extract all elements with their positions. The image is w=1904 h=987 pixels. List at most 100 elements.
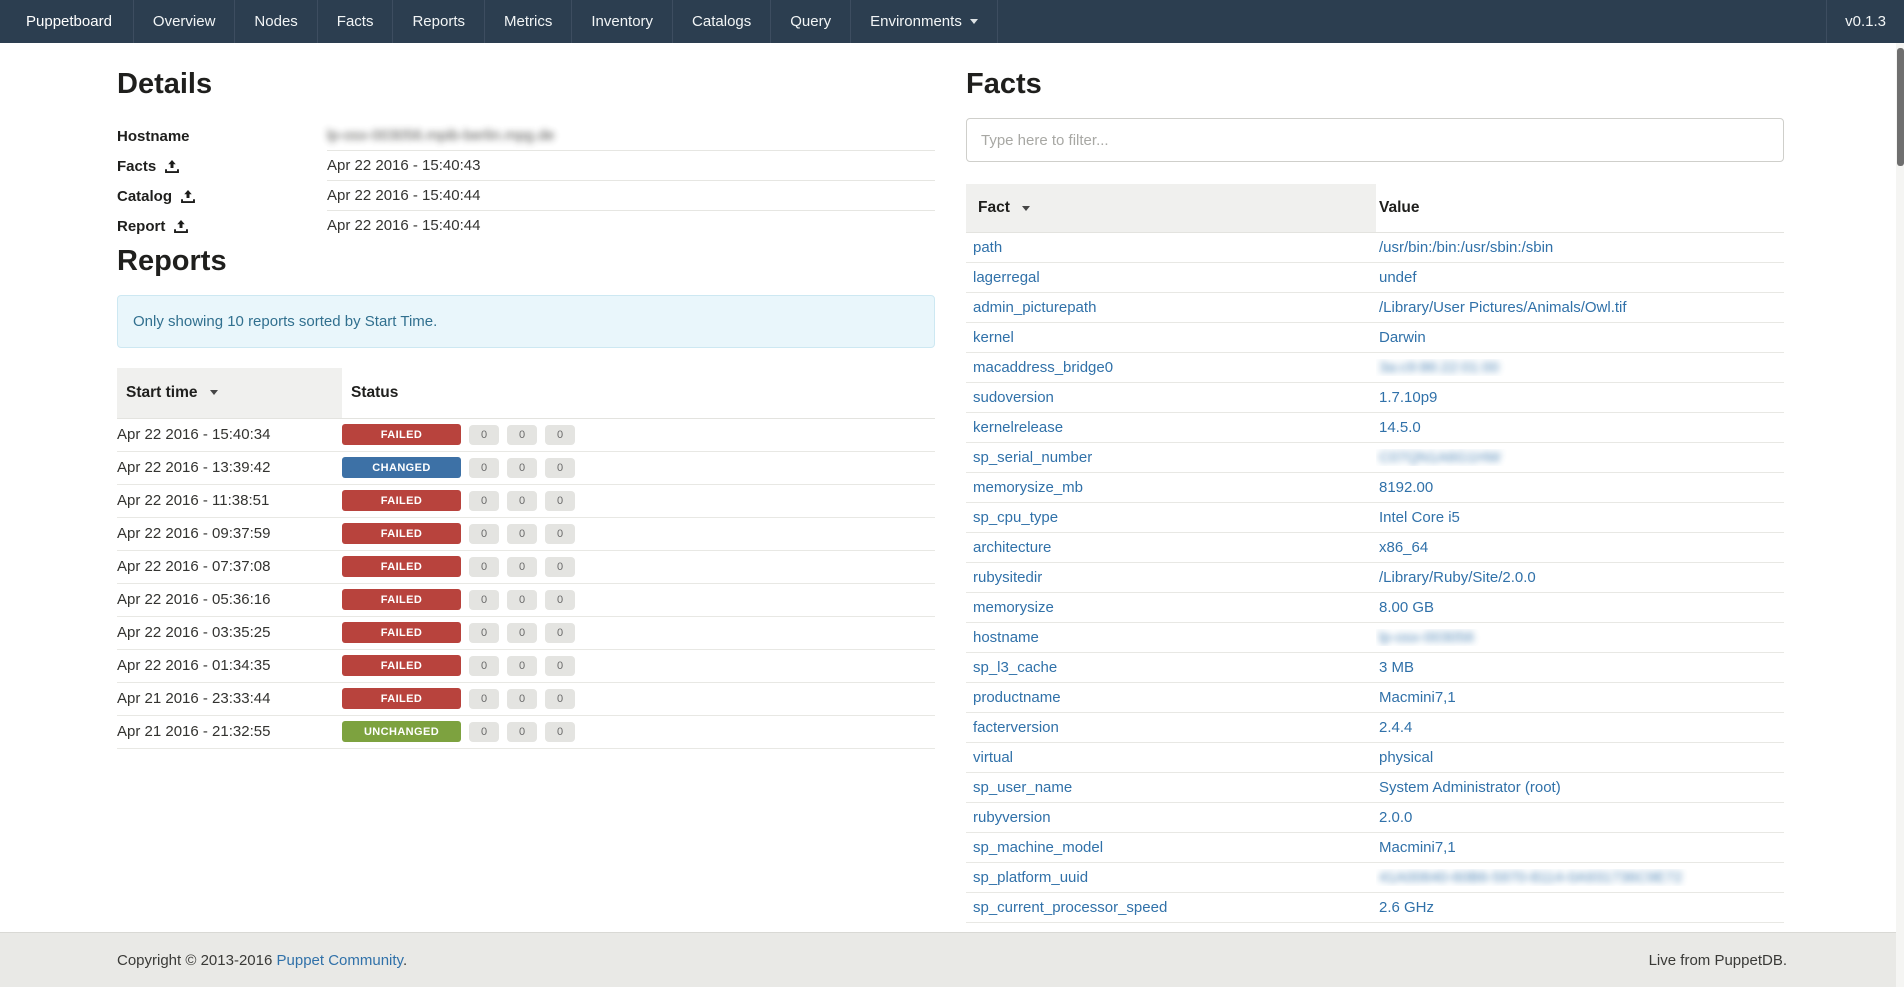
report-status-cell: CHANGED000	[342, 457, 575, 478]
fact-value-link[interactable]: Macmini7,1	[1379, 689, 1456, 706]
fact-value-cell: Macmini7,1	[1376, 839, 1784, 856]
fact-value-link[interactable]: lp-osx-003056	[1379, 629, 1474, 646]
fact-value-link[interactable]: 3 MB	[1379, 659, 1414, 676]
fact-value-link[interactable]: 41A00640-60B6-5970-8114-0A931736C9E72	[1379, 869, 1682, 886]
fact-value-link[interactable]: x86_64	[1379, 539, 1428, 556]
fact-name-link[interactable]: rubysitedir	[973, 569, 1042, 586]
details-row-label: Hostname	[117, 128, 327, 145]
table-row: kernel Darwin	[966, 323, 1784, 353]
count-badge: 0	[469, 458, 499, 478]
scrollbar-thumb[interactable]	[1897, 48, 1904, 166]
upload-icon[interactable]	[165, 160, 179, 173]
fact-name-link[interactable]: memorysize_mb	[973, 479, 1083, 496]
column-header-status[interactable]: Status	[342, 368, 407, 418]
report-start-time: Apr 22 2016 - 01:34:35	[117, 657, 342, 674]
main-content: Details Hostnamelp-osx-003056.mpib-berli…	[0, 43, 1904, 923]
count-badge: 0	[545, 557, 575, 577]
fact-name-link[interactable]: sp_machine_model	[973, 839, 1103, 856]
fact-name-link[interactable]: architecture	[973, 539, 1051, 556]
fact-value-link[interactable]: Intel Core i5	[1379, 509, 1460, 526]
fact-name-link[interactable]: sp_current_processor_speed	[973, 899, 1167, 916]
caret-down-icon	[210, 390, 218, 395]
fact-name-link[interactable]: macaddress_bridge0	[973, 359, 1113, 376]
fact-name-link[interactable]: sudoversion	[973, 389, 1054, 406]
table-row: Apr 21 2016 - 21:32:55UNCHANGED000	[117, 716, 935, 749]
reports-title: Reports	[117, 245, 935, 278]
report-status-cell: FAILED000	[342, 589, 575, 610]
facts-filter-input[interactable]	[966, 118, 1784, 162]
fact-value-link[interactable]: Darwin	[1379, 329, 1426, 346]
nav-item-reports[interactable]: Reports	[392, 0, 484, 43]
fact-value-link[interactable]: /Library/User Pictures/Animals/Owl.tif	[1379, 299, 1627, 316]
details-row-label: Facts	[117, 158, 327, 175]
nav-item-metrics[interactable]: Metrics	[484, 0, 571, 43]
fact-name-link[interactable]: sp_serial_number	[973, 449, 1092, 466]
nav-item-environments[interactable]: Environments	[850, 0, 998, 43]
table-row: lagerregal undef	[966, 263, 1784, 293]
details-row: CatalogApr 22 2016 - 15:40:44	[117, 181, 935, 211]
fact-name-cell: rubysitedir	[966, 569, 1376, 586]
caret-down-icon	[1022, 206, 1030, 211]
navbar-brand[interactable]: Puppetboard	[0, 0, 133, 43]
table-row: macaddress_bridge0 3a:c9:86:22:01:00	[966, 353, 1784, 383]
fact-name-link[interactable]: lagerregal	[973, 269, 1040, 286]
table-row: memorysize 8.00 GB	[966, 593, 1784, 623]
fact-value-link[interactable]: /Library/Ruby/Site/2.0.0	[1379, 569, 1536, 586]
fact-name-link[interactable]: facterversion	[973, 719, 1059, 736]
fact-name-link[interactable]: kernel	[973, 329, 1014, 346]
nav-item-overview[interactable]: Overview	[133, 0, 235, 43]
fact-value-cell: /usr/bin:/bin:/usr/sbin:/sbin	[1376, 239, 1784, 256]
fact-value-link[interactable]: 2.4.4	[1379, 719, 1412, 736]
status-badge: FAILED	[342, 688, 461, 709]
fact-name-link[interactable]: admin_picturepath	[973, 299, 1096, 316]
fact-value-link[interactable]: 14.5.0	[1379, 419, 1421, 436]
fact-value-link[interactable]: System Administrator (root)	[1379, 779, 1561, 796]
count-badge: 0	[469, 491, 499, 511]
fact-name-cell: architecture	[966, 539, 1376, 556]
details-row-label: Catalog	[117, 188, 327, 205]
nav-item-catalogs[interactable]: Catalogs	[672, 0, 770, 43]
fact-value-link[interactable]: undef	[1379, 269, 1417, 286]
column-header-fact[interactable]: Fact	[966, 184, 1376, 232]
nav-item-inventory[interactable]: Inventory	[571, 0, 672, 43]
fact-value-link[interactable]: 8192.00	[1379, 479, 1433, 496]
fact-value-link[interactable]: C07QN1A6G1HW	[1379, 449, 1501, 466]
fact-value-link[interactable]: 2.0.0	[1379, 809, 1412, 826]
fact-value-link[interactable]: 8.00 GB	[1379, 599, 1434, 616]
puppet-community-link[interactable]: Puppet Community	[277, 952, 403, 969]
fact-name-link[interactable]: sp_l3_cache	[973, 659, 1057, 676]
fact-name-link[interactable]: hostname	[973, 629, 1039, 646]
upload-icon[interactable]	[181, 190, 195, 203]
fact-name-link[interactable]: kernelrelease	[973, 419, 1063, 436]
footer: Copyright © 2013-2016 Puppet Community. …	[0, 932, 1904, 987]
upload-icon[interactable]	[174, 220, 188, 233]
fact-name-link[interactable]: rubyversion	[973, 809, 1051, 826]
column-header-start-time[interactable]: Start time	[117, 368, 342, 418]
fact-value-link[interactable]: 2.6 GHz	[1379, 899, 1434, 916]
fact-name-link[interactable]: sp_user_name	[973, 779, 1072, 796]
fact-name-link[interactable]: sp_platform_uuid	[973, 869, 1088, 886]
table-row: Apr 22 2016 - 05:36:16FAILED000	[117, 584, 935, 617]
fact-name-link[interactable]: productname	[973, 689, 1061, 706]
nav-item-facts[interactable]: Facts	[317, 0, 393, 43]
nav-item-query[interactable]: Query	[770, 0, 850, 43]
table-row: sp_platform_uuid 41A00640-60B6-5970-8114-…	[966, 863, 1784, 893]
fact-name-link[interactable]: memorysize	[973, 599, 1054, 616]
nav-item-nodes[interactable]: Nodes	[234, 0, 316, 43]
fact-value-link[interactable]: /usr/bin:/bin:/usr/sbin:/sbin	[1379, 239, 1553, 256]
footer-copyright: Copyright © 2013-2016 Puppet Community.	[117, 952, 407, 969]
fact-value-link[interactable]: 3a:c9:86:22:01:00	[1379, 359, 1499, 376]
fact-name-link[interactable]: path	[973, 239, 1002, 256]
fact-value-link[interactable]: 1.7.10p9	[1379, 389, 1437, 406]
fact-name-link[interactable]: sp_cpu_type	[973, 509, 1058, 526]
fact-value-link[interactable]: physical	[1379, 749, 1433, 766]
table-row: sp_machine_model Macmini7,1	[966, 833, 1784, 863]
fact-name-link[interactable]: virtual	[973, 749, 1013, 766]
fact-value-cell: System Administrator (root)	[1376, 779, 1784, 796]
column-header-value[interactable]: Value	[1376, 184, 1423, 232]
table-row: sp_cpu_type Intel Core i5	[966, 503, 1784, 533]
fact-value-link[interactable]: Macmini7,1	[1379, 839, 1456, 856]
report-start-time: Apr 21 2016 - 21:32:55	[117, 723, 342, 740]
table-row: architecture x86_64	[966, 533, 1784, 563]
fact-value-cell: Intel Core i5	[1376, 509, 1784, 526]
